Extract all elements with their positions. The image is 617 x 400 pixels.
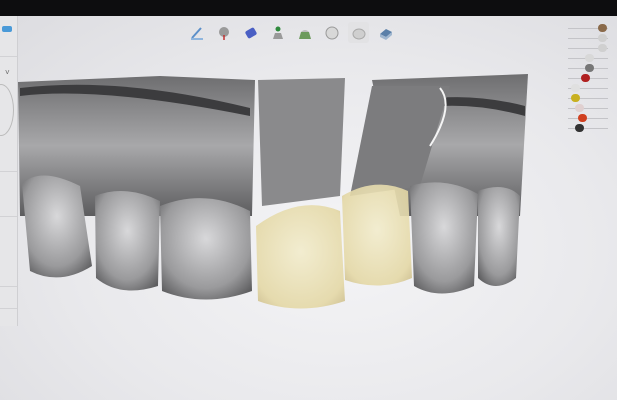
layer-opacity-slider[interactable] <box>566 74 612 82</box>
slider-track <box>568 118 608 119</box>
chevron-down-icon[interactable]: ˅ <box>5 68 10 77</box>
layer-opacity-slider[interactable] <box>566 54 612 62</box>
tool-icon[interactable] <box>584 64 594 72</box>
layer-opacity-slider[interactable] <box>566 84 612 92</box>
panel-divider <box>0 286 17 287</box>
tooth-icon[interactable] <box>571 84 581 92</box>
panel-divider <box>0 56 17 57</box>
jaw-red-icon[interactable] <box>581 74 591 82</box>
design-toolbar <box>186 22 396 46</box>
crown-icon[interactable] <box>597 44 607 52</box>
crown-central <box>256 205 345 309</box>
visibility-panel <box>566 24 617 364</box>
antagonist-icon[interactable] <box>597 24 607 32</box>
layer-opacity-slider[interactable] <box>566 114 612 122</box>
base-plate-icon[interactable] <box>375 22 396 43</box>
left-side-panel: ˅ <box>0 16 18 326</box>
tooth-lateral-right <box>410 182 478 294</box>
dental-model-3d[interactable] <box>0 16 617 400</box>
insertion-axis-icon[interactable] <box>213 22 234 43</box>
prep-stump-left <box>258 78 345 206</box>
monitor-bezel <box>0 0 617 16</box>
tooth-canine-right <box>478 187 520 286</box>
expand-icon[interactable] <box>2 26 12 32</box>
layer-opacity-slider[interactable] <box>566 104 612 112</box>
layer-opacity-slider[interactable] <box>566 34 612 42</box>
crown-color-icon[interactable] <box>577 114 587 122</box>
rotation-wheel[interactable] <box>0 84 14 136</box>
slider-track <box>568 128 608 129</box>
implant-icon[interactable] <box>574 124 584 132</box>
slider-track <box>568 108 608 109</box>
gingiva-icon[interactable] <box>571 94 581 102</box>
cad-viewport[interactable]: ˅ <box>0 16 617 400</box>
layer-opacity-slider[interactable] <box>566 94 612 102</box>
crown-lateral <box>342 184 412 286</box>
tooth-icon[interactable] <box>584 54 594 62</box>
tooth-lateral-left <box>95 191 160 291</box>
layer-opacity-slider[interactable] <box>566 64 612 72</box>
layer-opacity-slider[interactable] <box>566 44 612 52</box>
tooth-shape-icon[interactable] <box>321 22 342 43</box>
tooth-icon[interactable] <box>597 34 607 42</box>
margin-line-icon[interactable] <box>186 22 207 43</box>
crown-placement-icon[interactable] <box>267 22 288 43</box>
tooth-gray-icon[interactable] <box>348 22 369 43</box>
tooth-icon[interactable] <box>574 104 584 112</box>
adaptation-icon[interactable] <box>294 22 315 43</box>
cement-gap-icon[interactable] <box>240 22 261 43</box>
layer-opacity-slider[interactable] <box>566 24 612 32</box>
panel-divider <box>0 171 17 172</box>
panel-divider <box>0 308 17 309</box>
layer-opacity-slider[interactable] <box>566 124 612 132</box>
panel-divider <box>0 216 17 217</box>
tooth-central-left <box>160 198 252 300</box>
